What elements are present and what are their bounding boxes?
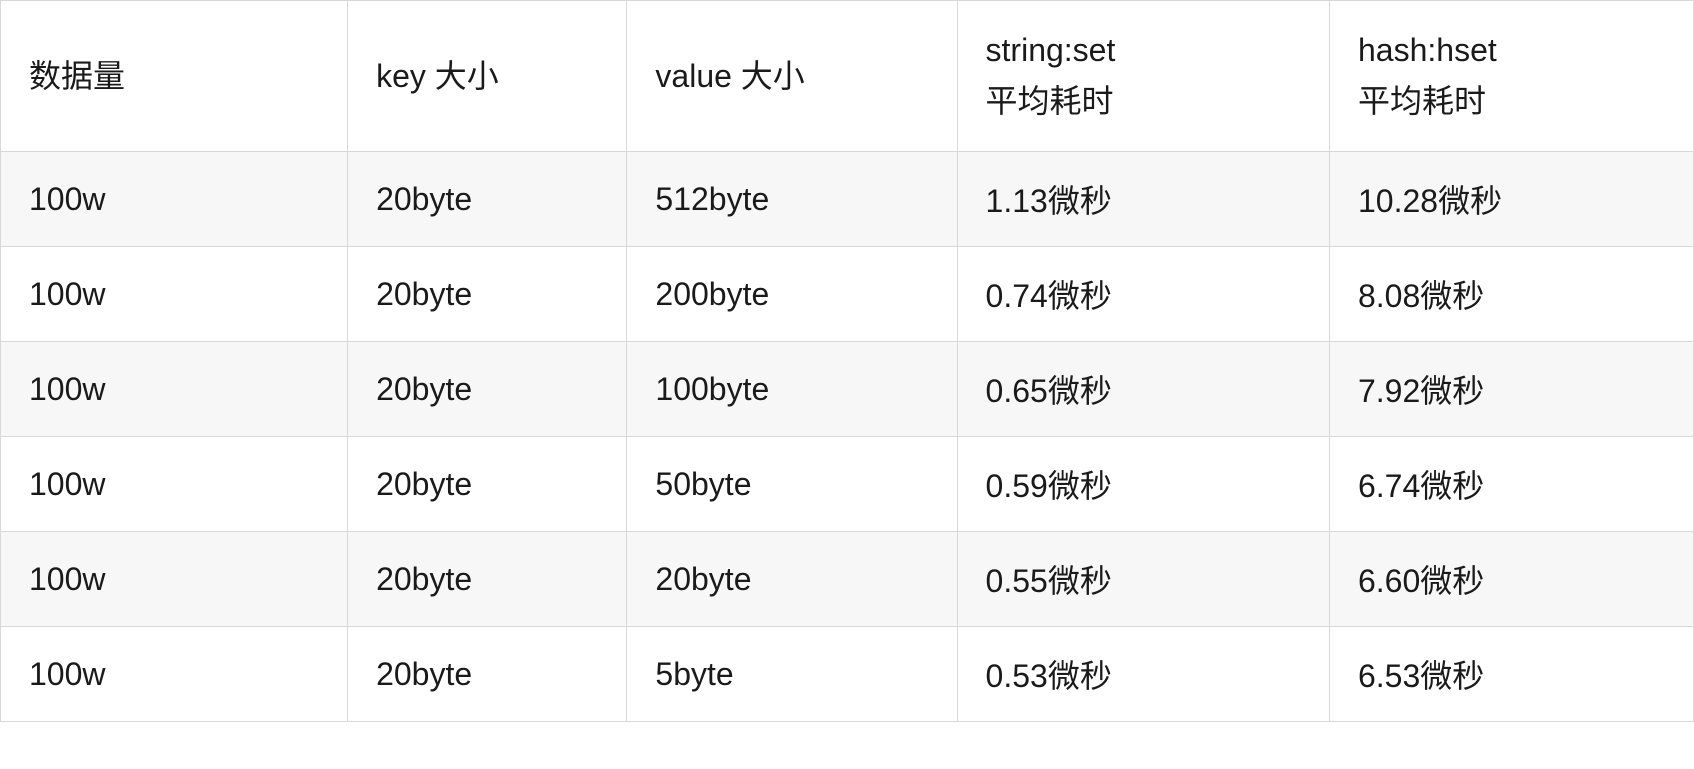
- cell-value-size: 20byte: [627, 532, 957, 627]
- cell-hash-hset: 6.53微秒: [1329, 627, 1693, 722]
- cell-key-size: 20byte: [348, 342, 627, 437]
- performance-table: 数据量 key 大小 value 大小 string:set 平均耗时 hash…: [0, 0, 1694, 722]
- table-row: 100w 20byte 20byte 0.55微秒 6.60微秒: [1, 532, 1694, 627]
- header-key-size: key 大小: [348, 1, 627, 152]
- cell-volume: 100w: [1, 437, 348, 532]
- cell-string-set: 0.55微秒: [957, 532, 1329, 627]
- cell-hash-hset: 6.74微秒: [1329, 437, 1693, 532]
- cell-value-size: 512byte: [627, 152, 957, 247]
- cell-value-size: 200byte: [627, 247, 957, 342]
- cell-volume: 100w: [1, 247, 348, 342]
- table-header-row: 数据量 key 大小 value 大小 string:set 平均耗时 hash…: [1, 1, 1694, 152]
- cell-string-set: 0.74微秒: [957, 247, 1329, 342]
- header-hash-hset: hash:hset 平均耗时: [1329, 1, 1693, 152]
- cell-key-size: 20byte: [348, 627, 627, 722]
- cell-key-size: 20byte: [348, 152, 627, 247]
- cell-volume: 100w: [1, 152, 348, 247]
- cell-value-size: 50byte: [627, 437, 957, 532]
- table-row: 100w 20byte 100byte 0.65微秒 7.92微秒: [1, 342, 1694, 437]
- cell-hash-hset: 8.08微秒: [1329, 247, 1693, 342]
- cell-hash-hset: 6.60微秒: [1329, 532, 1693, 627]
- table-row: 100w 20byte 5byte 0.53微秒 6.53微秒: [1, 627, 1694, 722]
- table-row: 100w 20byte 512byte 1.13微秒 10.28微秒: [1, 152, 1694, 247]
- cell-hash-hset: 10.28微秒: [1329, 152, 1693, 247]
- cell-key-size: 20byte: [348, 532, 627, 627]
- cell-string-set: 1.13微秒: [957, 152, 1329, 247]
- cell-volume: 100w: [1, 532, 348, 627]
- header-string-set: string:set 平均耗时: [957, 1, 1329, 152]
- header-volume: 数据量: [1, 1, 348, 152]
- cell-hash-hset: 7.92微秒: [1329, 342, 1693, 437]
- cell-key-size: 20byte: [348, 247, 627, 342]
- cell-volume: 100w: [1, 342, 348, 437]
- cell-string-set: 0.53微秒: [957, 627, 1329, 722]
- cell-string-set: 0.59微秒: [957, 437, 1329, 532]
- table-row: 100w 20byte 200byte 0.74微秒 8.08微秒: [1, 247, 1694, 342]
- cell-string-set: 0.65微秒: [957, 342, 1329, 437]
- cell-value-size: 5byte: [627, 627, 957, 722]
- cell-value-size: 100byte: [627, 342, 957, 437]
- header-value-size: value 大小: [627, 1, 957, 152]
- cell-key-size: 20byte: [348, 437, 627, 532]
- cell-volume: 100w: [1, 627, 348, 722]
- table-row: 100w 20byte 50byte 0.59微秒 6.74微秒: [1, 437, 1694, 532]
